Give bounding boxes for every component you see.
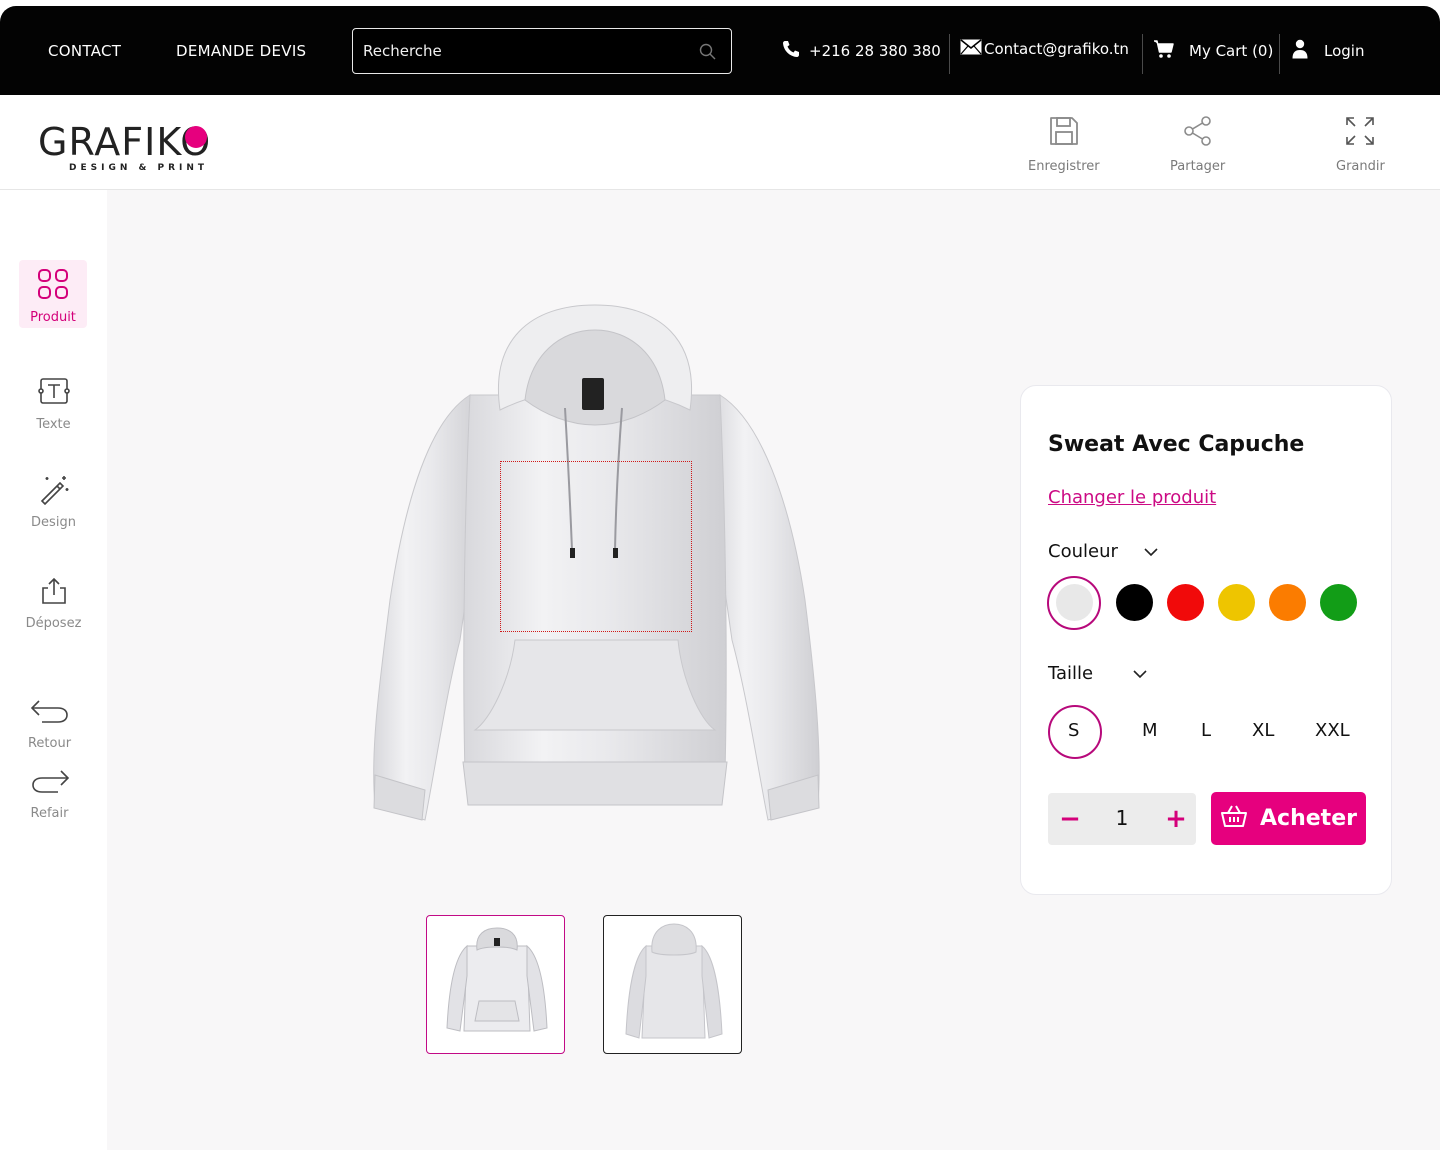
grid-icon: [37, 268, 69, 304]
user-icon: [1292, 39, 1308, 63]
color-swatch-black[interactable]: [1116, 584, 1153, 621]
size-option-s[interactable]: S: [1068, 720, 1079, 741]
thumbnail-front[interactable]: [426, 915, 565, 1054]
search-input[interactable]: [363, 39, 683, 63]
size-dropdown[interactable]: Taille: [1048, 663, 1147, 684]
buy-button[interactable]: Acheter: [1211, 792, 1366, 845]
save-label: Enregistrer: [1028, 159, 1100, 174]
color-label: Couleur: [1048, 541, 1118, 562]
login-link[interactable]: Login: [1292, 39, 1364, 63]
expand-label: Grandir: [1336, 159, 1385, 174]
sidebar-item-label: Design: [31, 515, 76, 530]
phone-contact[interactable]: +216 28 380 380: [781, 39, 941, 63]
size-option-l[interactable]: L: [1201, 720, 1211, 741]
sidebar-item-label: Déposez: [25, 616, 82, 631]
redo-icon: [30, 768, 70, 800]
cart-icon: [1153, 39, 1175, 63]
search-box: [352, 28, 732, 74]
sidebar-item-design[interactable]: Design: [0, 473, 107, 530]
size-label: Taille: [1048, 663, 1094, 684]
divider: [949, 34, 950, 74]
phone-icon: [781, 39, 801, 63]
grafiko-logo[interactable]: GRAFIKO DESIGN & PRINT: [38, 123, 211, 173]
share-button[interactable]: Partager: [1170, 115, 1225, 174]
sidebar-item-deposez[interactable]: Déposez: [0, 576, 107, 631]
sidebar-item-refair[interactable]: Refair: [0, 768, 103, 821]
decrease-quantity-button[interactable]: −: [1052, 801, 1088, 837]
search-icon[interactable]: [699, 43, 717, 65]
sidebar-item-produit[interactable]: Produit: [19, 260, 87, 328]
size-option-xxl[interactable]: XXL: [1315, 720, 1350, 741]
buy-label: Acheter: [1260, 806, 1357, 831]
upload-icon: [39, 576, 69, 610]
sidebar-item-retour[interactable]: Retour: [0, 698, 103, 751]
phone-number: +216 28 380 380: [809, 42, 941, 60]
sidebar-item-label: Produit: [30, 310, 76, 325]
color-swatch-green[interactable]: [1320, 584, 1357, 621]
editor-header: GRAFIKO DESIGN & PRINT Enregistrer Parta…: [0, 95, 1440, 190]
basket-icon: [1220, 804, 1248, 834]
cart-link[interactable]: My Cart (0): [1153, 39, 1273, 63]
sidebar-item-label: Texte: [36, 417, 71, 432]
hoodie-front-icon: [446, 927, 548, 1032]
size-option-m[interactable]: M: [1142, 720, 1158, 741]
logo-dot: [185, 126, 207, 148]
sidebar-item-label: Retour: [27, 736, 72, 751]
undo-icon: [30, 698, 70, 730]
color-swatch-red[interactable]: [1167, 584, 1204, 621]
text-icon: [37, 377, 70, 411]
save-button[interactable]: Enregistrer: [1028, 115, 1100, 174]
sidebar-item-texte[interactable]: Texte: [0, 377, 107, 432]
increase-quantity-button[interactable]: +: [1158, 801, 1194, 837]
print-area-frame[interactable]: [500, 461, 692, 632]
change-product-link[interactable]: Changer le produit: [1048, 487, 1216, 508]
chevron-down-icon: [1144, 541, 1158, 562]
save-icon: [1048, 115, 1080, 151]
color-swatch-white[interactable]: [1056, 584, 1093, 621]
color-swatch-orange[interactable]: [1269, 584, 1306, 621]
hoodie-back-icon: [625, 923, 723, 1039]
quantity-value[interactable]: 1: [1108, 806, 1136, 830]
top-bar: CONTACT DEMANDE DEVIS +216 28 380 380 Co…: [0, 6, 1440, 95]
size-option-xl[interactable]: XL: [1252, 720, 1274, 741]
nav-devis-link[interactable]: DEMANDE DEVIS: [176, 42, 306, 60]
divider: [1142, 34, 1143, 74]
expand-icon: [1344, 115, 1376, 151]
sidebar-item-label: Refair: [30, 806, 69, 821]
product-title: Sweat Avec Capuche: [1048, 432, 1305, 457]
share-label: Partager: [1170, 159, 1226, 174]
cart-label: My Cart (0): [1189, 42, 1274, 60]
tool-sidebar: Produit Texte Design Déposez Retour Refa…: [0, 190, 107, 1150]
logo-wordmark: GRAFIKO: [38, 120, 212, 164]
login-label: Login: [1324, 42, 1365, 60]
magic-wand-icon: [38, 473, 70, 509]
mail-icon: [960, 39, 982, 59]
logo-tagline: DESIGN & PRINT: [69, 163, 209, 173]
divider: [1279, 34, 1280, 74]
email-contact[interactable]: Contact@grafiko.tn: [960, 39, 1129, 59]
product-options-panel: Sweat Avec Capuche Changer le produit Co…: [1020, 385, 1392, 895]
color-swatch-yellow[interactable]: [1218, 584, 1255, 621]
color-dropdown[interactable]: Couleur: [1048, 541, 1158, 562]
expand-button[interactable]: Grandir: [1336, 115, 1385, 174]
email-address: Contact@grafiko.tn: [984, 40, 1129, 58]
share-icon: [1182, 115, 1214, 151]
chevron-down-icon: [1133, 663, 1147, 684]
quantity-stepper: − 1 +: [1048, 793, 1196, 845]
nav-contact-link[interactable]: CONTACT: [48, 42, 121, 60]
thumbnail-back[interactable]: [603, 915, 742, 1054]
